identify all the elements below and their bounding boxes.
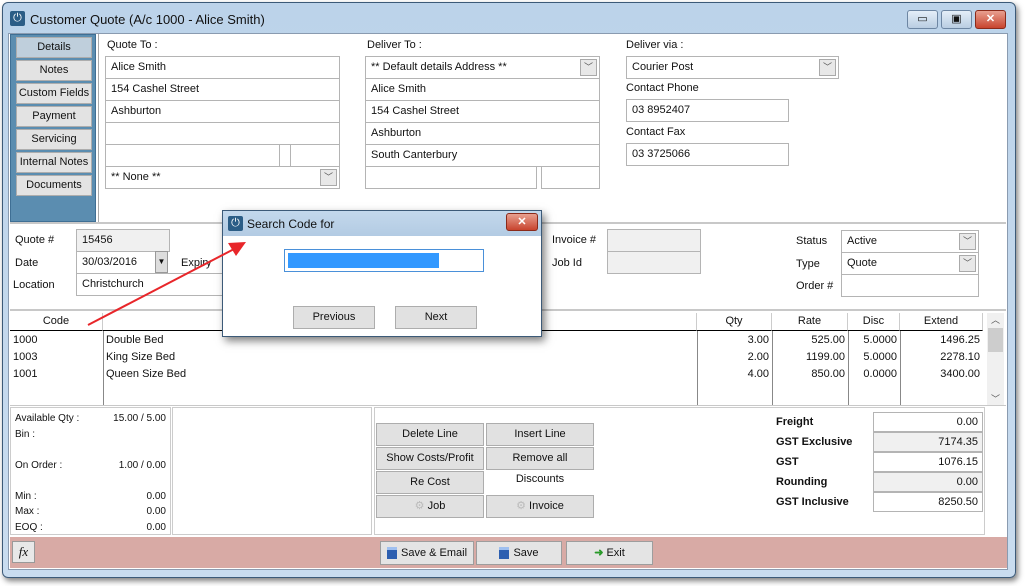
annotation-layer bbox=[87, 242, 246, 326]
annotation-arrow-line bbox=[87, 247, 237, 326]
annotation-arrow-head bbox=[228, 242, 246, 256]
